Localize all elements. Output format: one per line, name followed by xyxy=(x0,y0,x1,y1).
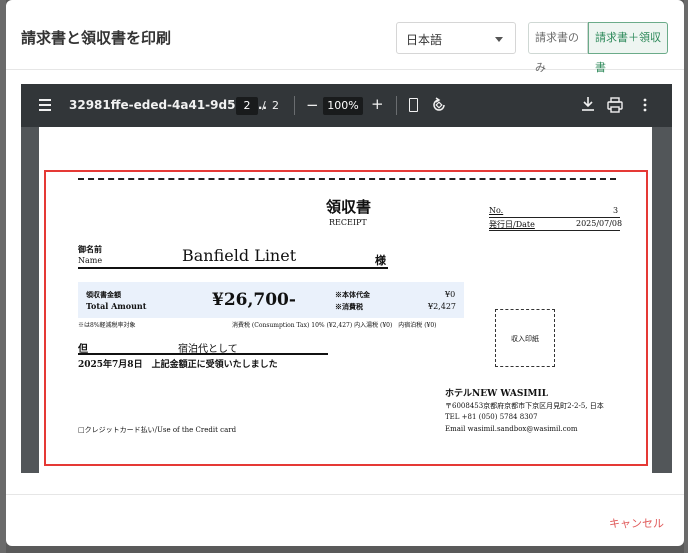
receipt-subtitle: RECEIPT xyxy=(329,218,367,227)
page-number-input[interactable]: 2 xyxy=(236,97,258,115)
tax-label: ※消費税 xyxy=(335,302,363,311)
divider xyxy=(78,353,328,355)
cut-line xyxy=(78,178,616,180)
credit-card-option: □クレジットカード払い/Use of the Credit card xyxy=(78,426,237,434)
receipt-no-label: No. xyxy=(489,206,504,215)
customer-name: Banfield Linet xyxy=(182,246,297,265)
cancel-button[interactable]: キャンセル xyxy=(609,515,664,531)
zoom-out-icon[interactable]: − xyxy=(306,96,319,114)
pdf-toolbar: 32981ffe-eded-4a41-9d53-f... 2 / 2 − 100… xyxy=(21,84,672,127)
chevron-down-icon xyxy=(495,37,503,42)
base-price-label: ※本体代金 xyxy=(335,290,370,299)
revenue-stamp-box: 収入印紙 xyxy=(495,309,555,367)
divider xyxy=(489,217,620,218)
name-label-en: Name xyxy=(78,256,103,265)
rotate-icon[interactable] xyxy=(431,97,447,113)
modal-title: 請求書と領収書を印刷 xyxy=(21,29,172,47)
receipt-highlight-frame: 領収書 RECEIPT No. 3 発行日/Date 2025/07/08 御名… xyxy=(44,170,648,466)
hotel-address: 〒6008453京都府京都市下京区月見町2-2-5, 日本 xyxy=(445,402,604,410)
print-modal: 請求書と領収書を印刷 日本語 請求書のみ 請求書＋領収書 32981ffe-ed… xyxy=(6,0,684,546)
backdrop-right-edge xyxy=(684,0,688,553)
invoice-only-button[interactable]: 請求書のみ xyxy=(528,22,588,74)
amount-label-jp: 領収書金額 xyxy=(86,290,121,299)
hotel-email: Email wasimil.sandbox@wasimil.com xyxy=(445,425,578,433)
hotel-name: ホテルNEW WASIMIL xyxy=(445,389,549,399)
receipt-no-value: 3 xyxy=(613,206,619,215)
zoom-in-icon[interactable]: + xyxy=(371,95,384,113)
receipt-date-label: 発行日/Date xyxy=(489,220,535,229)
language-select[interactable]: 日本語 xyxy=(396,22,516,54)
menu-icon[interactable] xyxy=(39,99,51,111)
pdf-page: 領収書 RECEIPT No. 3 発行日/Date 2025/07/08 御名… xyxy=(39,127,652,473)
print-icon[interactable] xyxy=(607,97,623,113)
reduced-rate-note: ※は8%軽減税率対象 xyxy=(78,322,136,329)
name-label-jp: 御名前 xyxy=(78,244,102,254)
receipt-title: 領収書 xyxy=(326,198,372,216)
modal-footer: キャンセル xyxy=(6,494,684,546)
download-icon[interactable] xyxy=(581,96,595,112)
page-total: 2 xyxy=(272,99,279,112)
total-amount: ¥26,700- xyxy=(212,290,296,310)
print-option-toggle: 請求書のみ 請求書＋領収書 xyxy=(528,22,668,74)
modal-header: 請求書と領収書を印刷 日本語 請求書のみ 請求書＋領収書 xyxy=(6,0,684,74)
base-price-value: ¥0 xyxy=(445,290,456,299)
amount-box: 領収書金額 Total Amount ¥26,700- ※本体代金 ¥0 ※消費… xyxy=(78,282,464,318)
fit-page-icon[interactable] xyxy=(409,98,418,112)
pdf-viewer: 32981ffe-eded-4a41-9d53-f... 2 / 2 − 100… xyxy=(21,84,672,473)
tax-detail: 消費税 (Consumption Tax) 10% (¥2,427) 内入湯税 … xyxy=(232,322,437,329)
tax-value: ¥2,427 xyxy=(428,302,456,311)
divider xyxy=(78,267,388,269)
divider xyxy=(489,230,620,231)
receipt-date-value: 2025/07/08 xyxy=(576,219,623,228)
more-options-icon[interactable] xyxy=(643,98,647,112)
toolbar-divider xyxy=(294,96,295,115)
language-select-value: 日本語 xyxy=(406,33,443,47)
invoice-and-receipt-button[interactable]: 請求書＋領収書 xyxy=(588,22,668,74)
amount-label-en: Total Amount xyxy=(86,301,147,311)
honorific: 様 xyxy=(375,254,386,267)
received-statement: 2025年7月8日 上記金額正に受領いたしました xyxy=(78,360,278,370)
zoom-input[interactable]: 100% xyxy=(323,97,363,115)
page-separator: / xyxy=(262,99,266,112)
toolbar-divider xyxy=(396,96,397,115)
hotel-tel: TEL +81 (050) 5784 8307 xyxy=(445,413,538,421)
